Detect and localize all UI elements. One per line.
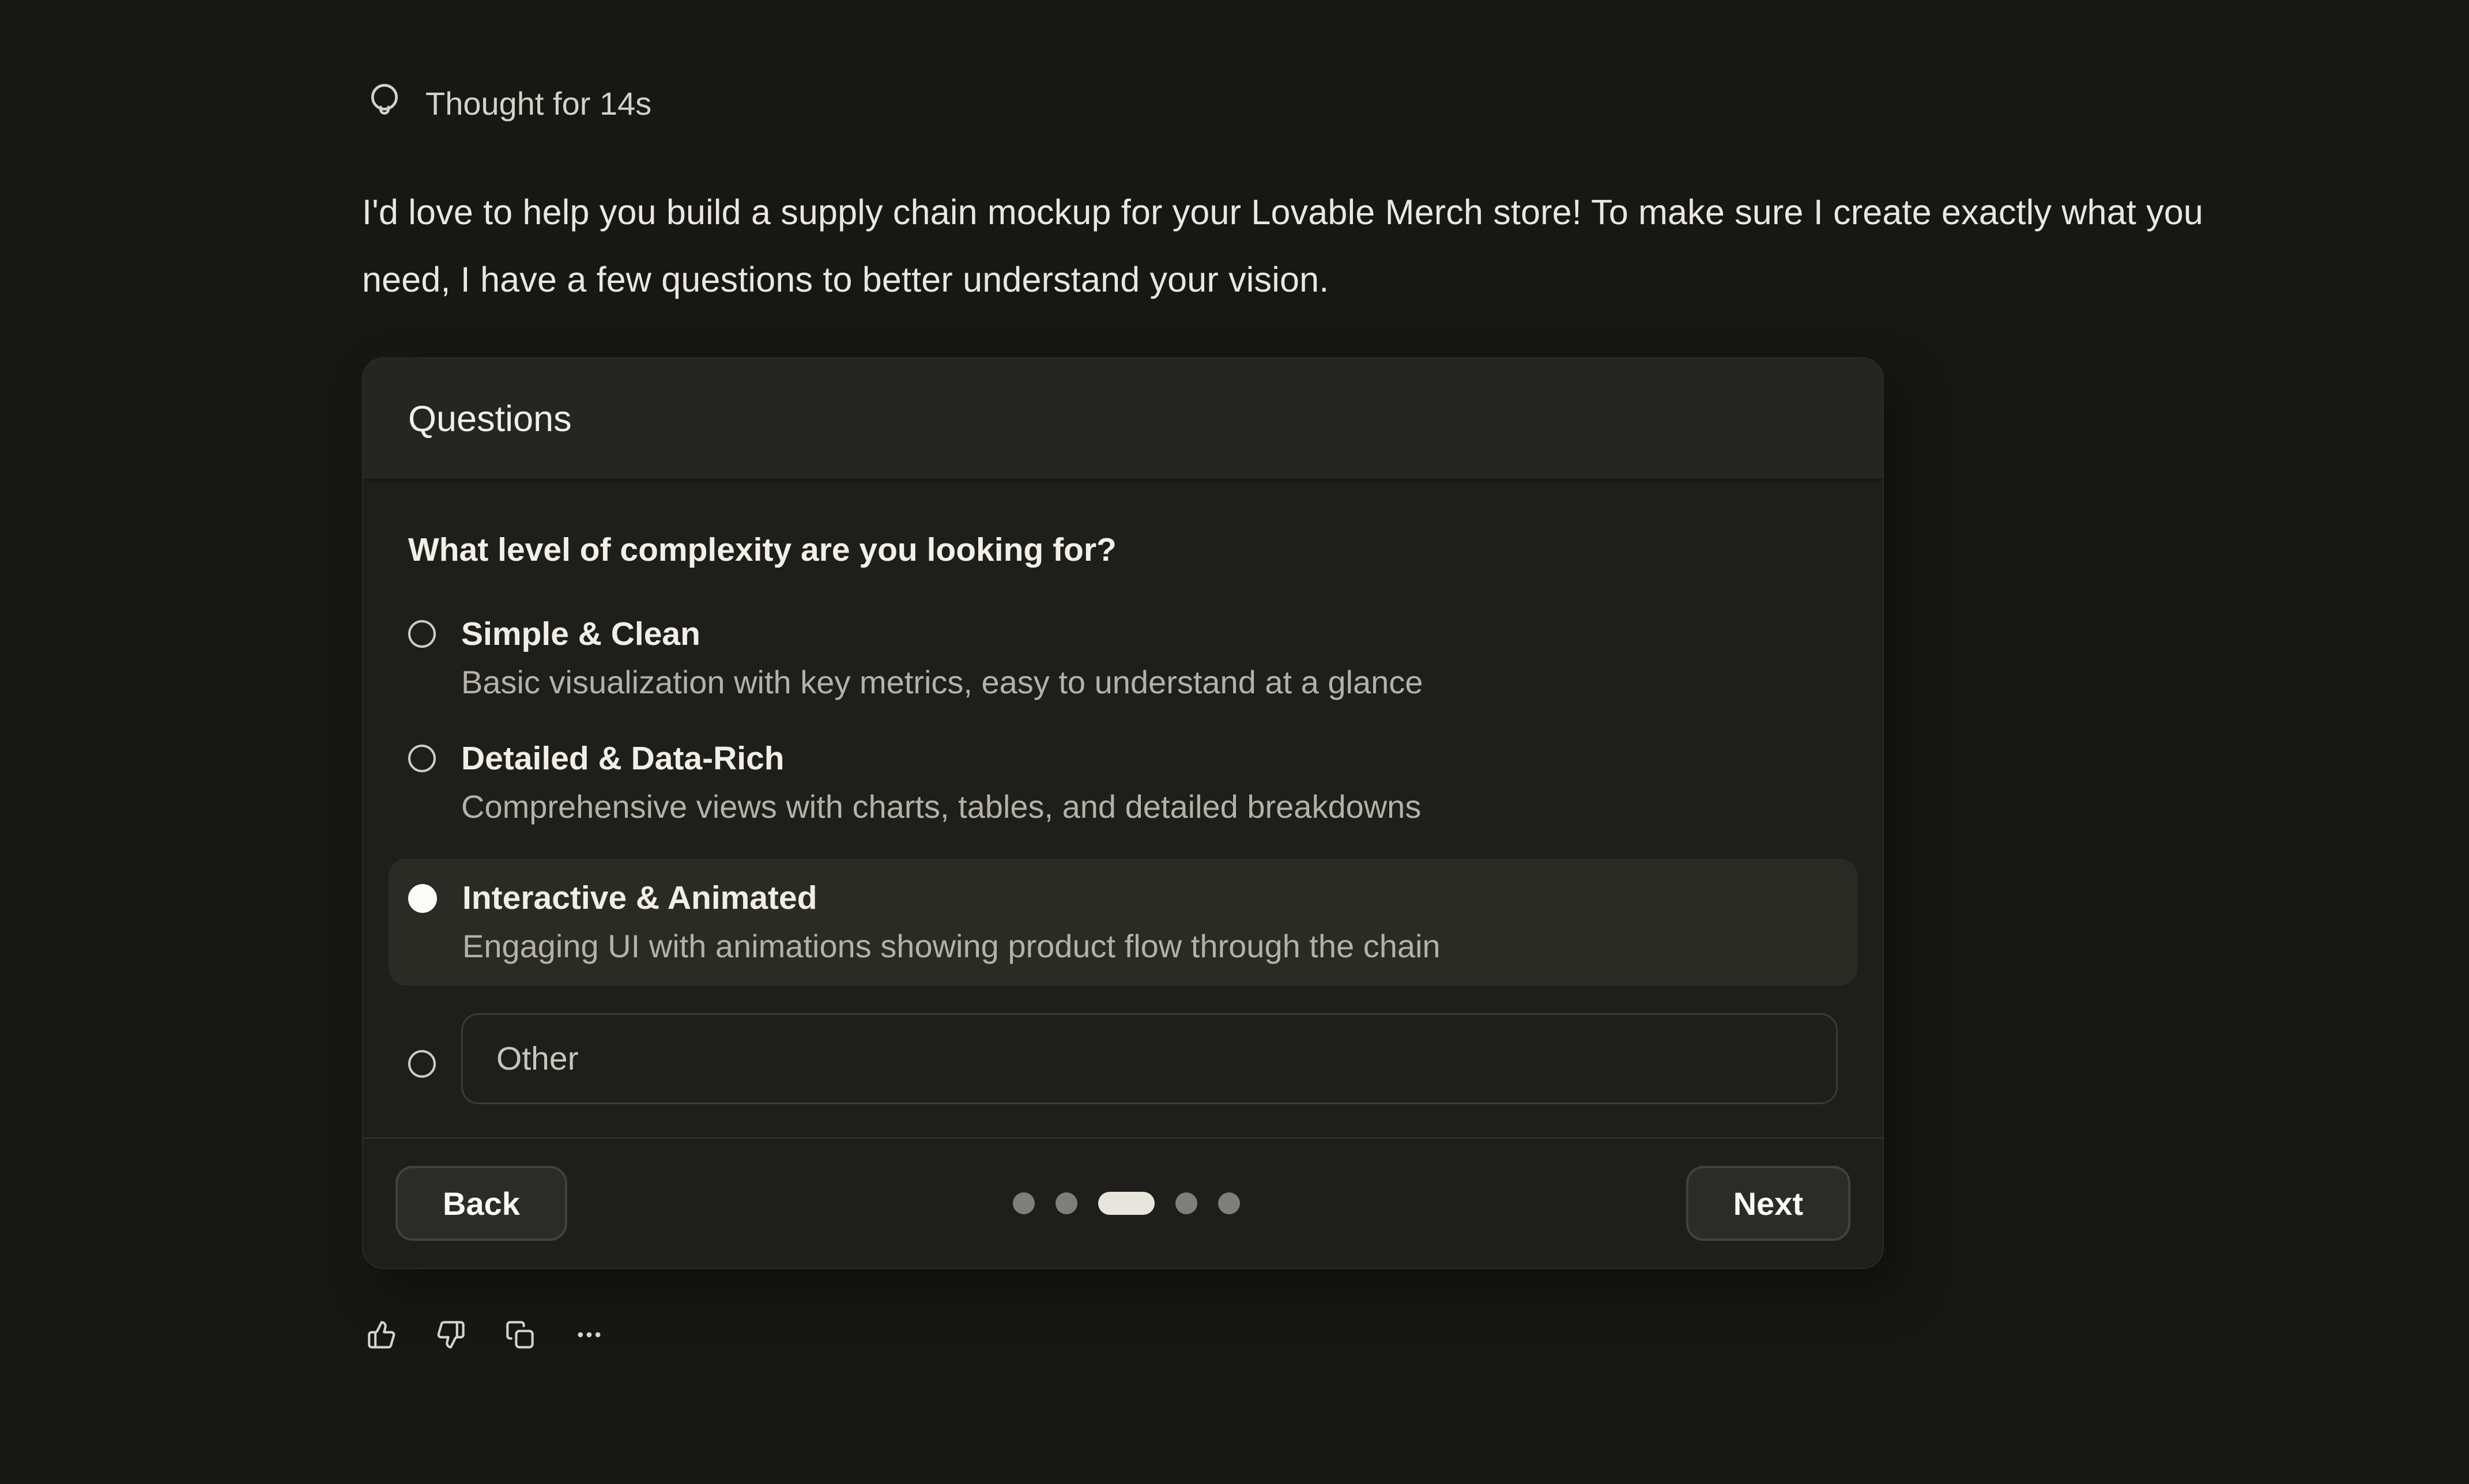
card-body: What level of complexity are you looking… — [363, 481, 1883, 1137]
option-detailed-data-rich[interactable]: Detailed & Data-Rich Comprehensive views… — [408, 734, 1838, 831]
more-options-button[interactable] — [574, 1320, 604, 1350]
chat-page: Thought for 14s I'd love to help you bui… — [0, 0, 2469, 1484]
card-footer: Back Next — [363, 1137, 1883, 1268]
radio-unselected-icon[interactable] — [408, 620, 436, 648]
thumbs-up-button[interactable] — [367, 1320, 397, 1350]
copy-button[interactable] — [505, 1320, 535, 1350]
option-title: Simple & Clean — [461, 610, 1423, 658]
thought-toggle[interactable]: Thought for 14s — [367, 81, 651, 126]
radio-unselected-icon[interactable] — [408, 1050, 436, 1078]
ellipsis-icon — [574, 1320, 604, 1350]
progress-dot — [1056, 1192, 1077, 1214]
thumbs-down-button[interactable] — [436, 1320, 466, 1350]
radio-unselected-icon[interactable] — [408, 745, 436, 772]
option-text: Simple & Clean Basic visualization with … — [461, 610, 1423, 707]
options-list: Simple & Clean Basic visualization with … — [408, 610, 1838, 1104]
next-button[interactable]: Next — [1686, 1166, 1850, 1241]
questions-card: Questions What level of complexity are y… — [362, 357, 1884, 1269]
other-input[interactable] — [461, 1013, 1838, 1104]
copy-icon — [505, 1320, 535, 1350]
progress-dot — [1013, 1192, 1035, 1214]
card-header: Questions — [363, 358, 1883, 481]
thumbs-up-icon — [367, 1320, 397, 1350]
message-actions — [367, 1320, 604, 1350]
option-title: Detailed & Data-Rich — [461, 734, 1421, 783]
option-text: Interactive & Animated Engaging UI with … — [462, 874, 1441, 971]
option-interactive-animated[interactable]: Interactive & Animated Engaging UI with … — [389, 859, 1857, 985]
lightbulb-icon — [367, 81, 402, 126]
progress-dot-active — [1098, 1192, 1155, 1215]
question-text: What level of complexity are you looking… — [408, 526, 1838, 574]
radio-selected-icon[interactable] — [408, 884, 437, 913]
progress-dot — [1218, 1192, 1240, 1214]
option-description: Engaging UI with animations showing prod… — [462, 922, 1441, 971]
thumbs-down-icon — [436, 1320, 466, 1350]
option-simple-clean[interactable]: Simple & Clean Basic visualization with … — [408, 610, 1838, 707]
thought-label: Thought for 14s — [425, 85, 651, 122]
progress-dot — [1175, 1192, 1197, 1214]
assistant-message: I'd love to help you build a supply chai… — [362, 179, 2224, 314]
card-title: Questions — [408, 398, 572, 440]
option-description: Comprehensive views with charts, tables,… — [461, 783, 1421, 831]
back-button[interactable]: Back — [395, 1166, 567, 1241]
progress-dots — [1013, 1192, 1240, 1215]
option-title: Interactive & Animated — [462, 874, 1441, 922]
option-other[interactable] — [408, 1013, 1838, 1104]
option-description: Basic visualization with key metrics, ea… — [461, 658, 1423, 707]
option-text: Detailed & Data-Rich Comprehensive views… — [461, 734, 1421, 831]
